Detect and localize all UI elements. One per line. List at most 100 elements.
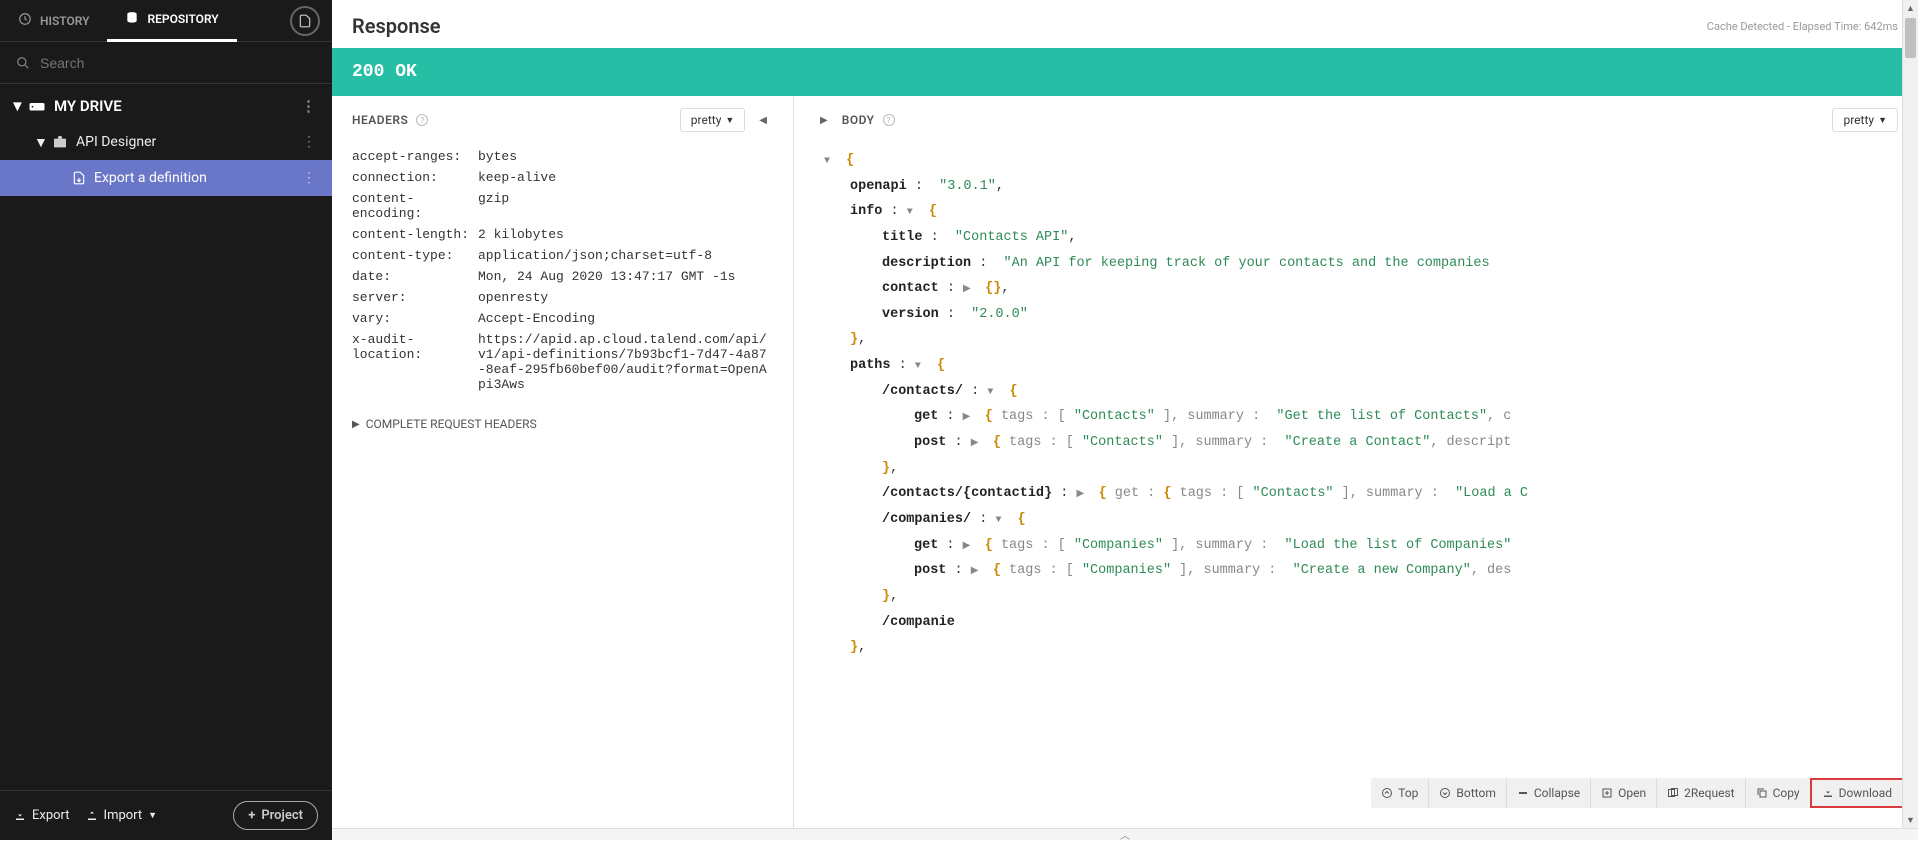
header-key: connection: — [352, 170, 478, 185]
header-key: date: — [352, 269, 478, 284]
json-key: /contacts/{contactid} — [882, 486, 1052, 501]
json-key: /companie — [882, 615, 955, 630]
header-row: connection:keep-alive — [352, 167, 773, 188]
json-key: info — [850, 204, 882, 219]
caret-down-icon: ▼ — [148, 810, 157, 821]
toolbar-collapse-label: Collapse — [1534, 786, 1580, 800]
drive-icon — [28, 97, 46, 115]
sidebar-footer: Export Import ▼ + Project — [0, 790, 332, 840]
complete-headers-label: COMPLETE REQUEST HEADERS — [366, 417, 537, 431]
header-row: vary:Accept-Encoding — [352, 308, 773, 329]
tab-history[interactable]: HISTORY — [0, 0, 107, 42]
headers-list: accept-ranges:bytesconnection:keep-alive… — [332, 140, 793, 401]
header-value: https://apid.ap.cloud.talend.com/api/v1/… — [478, 332, 773, 392]
json-val: "An API for keeping track of your contac… — [1004, 256, 1490, 271]
bottom-resizer[interactable]: ︿ — [332, 828, 1918, 840]
toolbar-bottom-button[interactable]: Bottom — [1428, 778, 1505, 808]
briefcase-icon — [52, 134, 68, 150]
body-format-select[interactable]: pretty ▼ — [1832, 108, 1898, 132]
header-key: content-encoding: — [352, 191, 478, 221]
toolbar-open-button[interactable]: Open — [1590, 778, 1656, 808]
toggle-icon[interactable]: ▶ — [971, 434, 985, 453]
download-icon — [14, 810, 26, 822]
toggle-icon[interactable]: ▼ — [907, 203, 921, 222]
search-icon — [16, 56, 30, 70]
toggle-icon[interactable]: ▼ — [915, 357, 929, 376]
panels: HEADERS ? pretty ▼ ◀ accept-ranges:bytes… — [332, 96, 1918, 828]
header-value: bytes — [478, 149, 773, 164]
header-key: content-type: — [352, 248, 478, 263]
toggle-icon[interactable]: ▼ — [995, 511, 1009, 530]
help-icon[interactable]: ? — [416, 114, 428, 126]
tab-repository[interactable]: REPOSITORY — [107, 0, 236, 42]
toggle-icon[interactable]: ▶ — [963, 537, 977, 556]
header-value: gzip — [478, 191, 773, 221]
project-button[interactable]: + Project — [233, 801, 318, 830]
toggle-icon[interactable]: ▼ — [987, 383, 1001, 402]
vertical-scrollbar[interactable]: ▲ ▼ — [1902, 0, 1918, 828]
document-icon — [72, 171, 86, 185]
tree-export-definition[interactable]: Export a definition ⋮ — [0, 160, 332, 196]
json-key: post — [914, 435, 946, 450]
toolbar-top-button[interactable]: Top — [1371, 778, 1428, 808]
json-key: get — [914, 409, 938, 424]
toggle-icon[interactable]: ▶ — [1076, 485, 1090, 504]
scroll-down-icon[interactable]: ▼ — [1903, 812, 1918, 828]
toolbar-top-label: Top — [1398, 786, 1418, 800]
import-label: Import — [104, 808, 143, 823]
plus-icon: + — [248, 808, 255, 823]
toolbar-download-button[interactable]: Download — [1810, 778, 1904, 808]
json-key: description — [882, 256, 971, 271]
pretty-label: pretty — [691, 113, 722, 127]
request-icon — [1667, 787, 1679, 799]
collapse-headers-arrow[interactable]: ◀ — [753, 115, 773, 126]
toolbar-collapse-button[interactable]: Collapse — [1506, 778, 1590, 808]
save-button[interactable] — [290, 6, 320, 36]
tree-menu-icon[interactable]: ⋮ — [298, 134, 320, 150]
scroll-up-icon[interactable]: ▲ — [1903, 0, 1918, 16]
json-key: paths — [850, 358, 891, 373]
complete-request-headers-toggle[interactable]: ▶ COMPLETE REQUEST HEADERS — [332, 401, 793, 447]
history-icon — [18, 12, 32, 29]
toggle-icon[interactable]: ▶ — [963, 408, 977, 427]
header-key: content-length: — [352, 227, 478, 242]
tree-menu-icon[interactable]: ⋮ — [297, 97, 320, 115]
tree-menu-icon[interactable]: ⋮ — [298, 170, 320, 186]
tab-history-label: HISTORY — [40, 14, 89, 28]
status-bar: 200 OK — [332, 48, 1918, 96]
export-button[interactable]: Export — [14, 808, 70, 823]
tree-export-definition-label: Export a definition — [94, 170, 207, 186]
toolbar-request-button[interactable]: 2Request — [1656, 778, 1744, 808]
json-val: "Contacts API" — [955, 230, 1068, 245]
search-input[interactable] — [40, 55, 316, 71]
json-key: title — [882, 230, 923, 245]
database-icon — [125, 11, 139, 28]
import-button[interactable]: Import ▼ — [86, 808, 158, 823]
toggle-icon[interactable]: ▶ — [971, 562, 985, 581]
toggle-icon[interactable]: ▶ — [963, 280, 977, 299]
header-row: server:openresty — [352, 287, 773, 308]
collapse-body-arrow[interactable]: ▶ — [814, 115, 834, 126]
headers-format-select[interactable]: pretty ▼ — [680, 108, 746, 132]
header-row: date:Mon, 24 Aug 2020 13:47:17 GMT -1s — [352, 266, 773, 287]
response-header: Response Cache Detected - Elapsed Time: … — [332, 0, 1918, 48]
body-panel-head: ▶ BODY ? pretty ▼ — [794, 96, 1918, 140]
body-toolbar: Top Bottom Collapse Open 2Request Copy D… — [1371, 778, 1904, 808]
json-key: /companies/ — [882, 512, 971, 527]
scrollbar-thumb[interactable] — [1905, 18, 1916, 58]
help-icon[interactable]: ? — [883, 114, 895, 126]
save-icon — [298, 14, 312, 28]
tree-api-designer[interactable]: ▼ API Designer ⋮ — [0, 124, 332, 160]
json-val: "2.0.0" — [971, 307, 1028, 322]
tree-root-mydrive[interactable]: ▼ MY DRIVE ⋮ — [0, 88, 332, 124]
toolbar-request-label: 2Request — [1684, 786, 1734, 800]
toggle-icon[interactable]: ▼ — [824, 152, 838, 171]
json-key: openapi — [850, 179, 907, 194]
status-text: OK — [395, 62, 417, 82]
toolbar-copy-button[interactable]: Copy — [1745, 778, 1810, 808]
download-icon — [1822, 787, 1834, 799]
headers-panel-head: HEADERS ? pretty ▼ ◀ — [332, 96, 793, 140]
header-key: vary: — [352, 311, 478, 326]
header-row: content-length:2 kilobytes — [352, 224, 773, 245]
json-key: post — [914, 563, 946, 578]
